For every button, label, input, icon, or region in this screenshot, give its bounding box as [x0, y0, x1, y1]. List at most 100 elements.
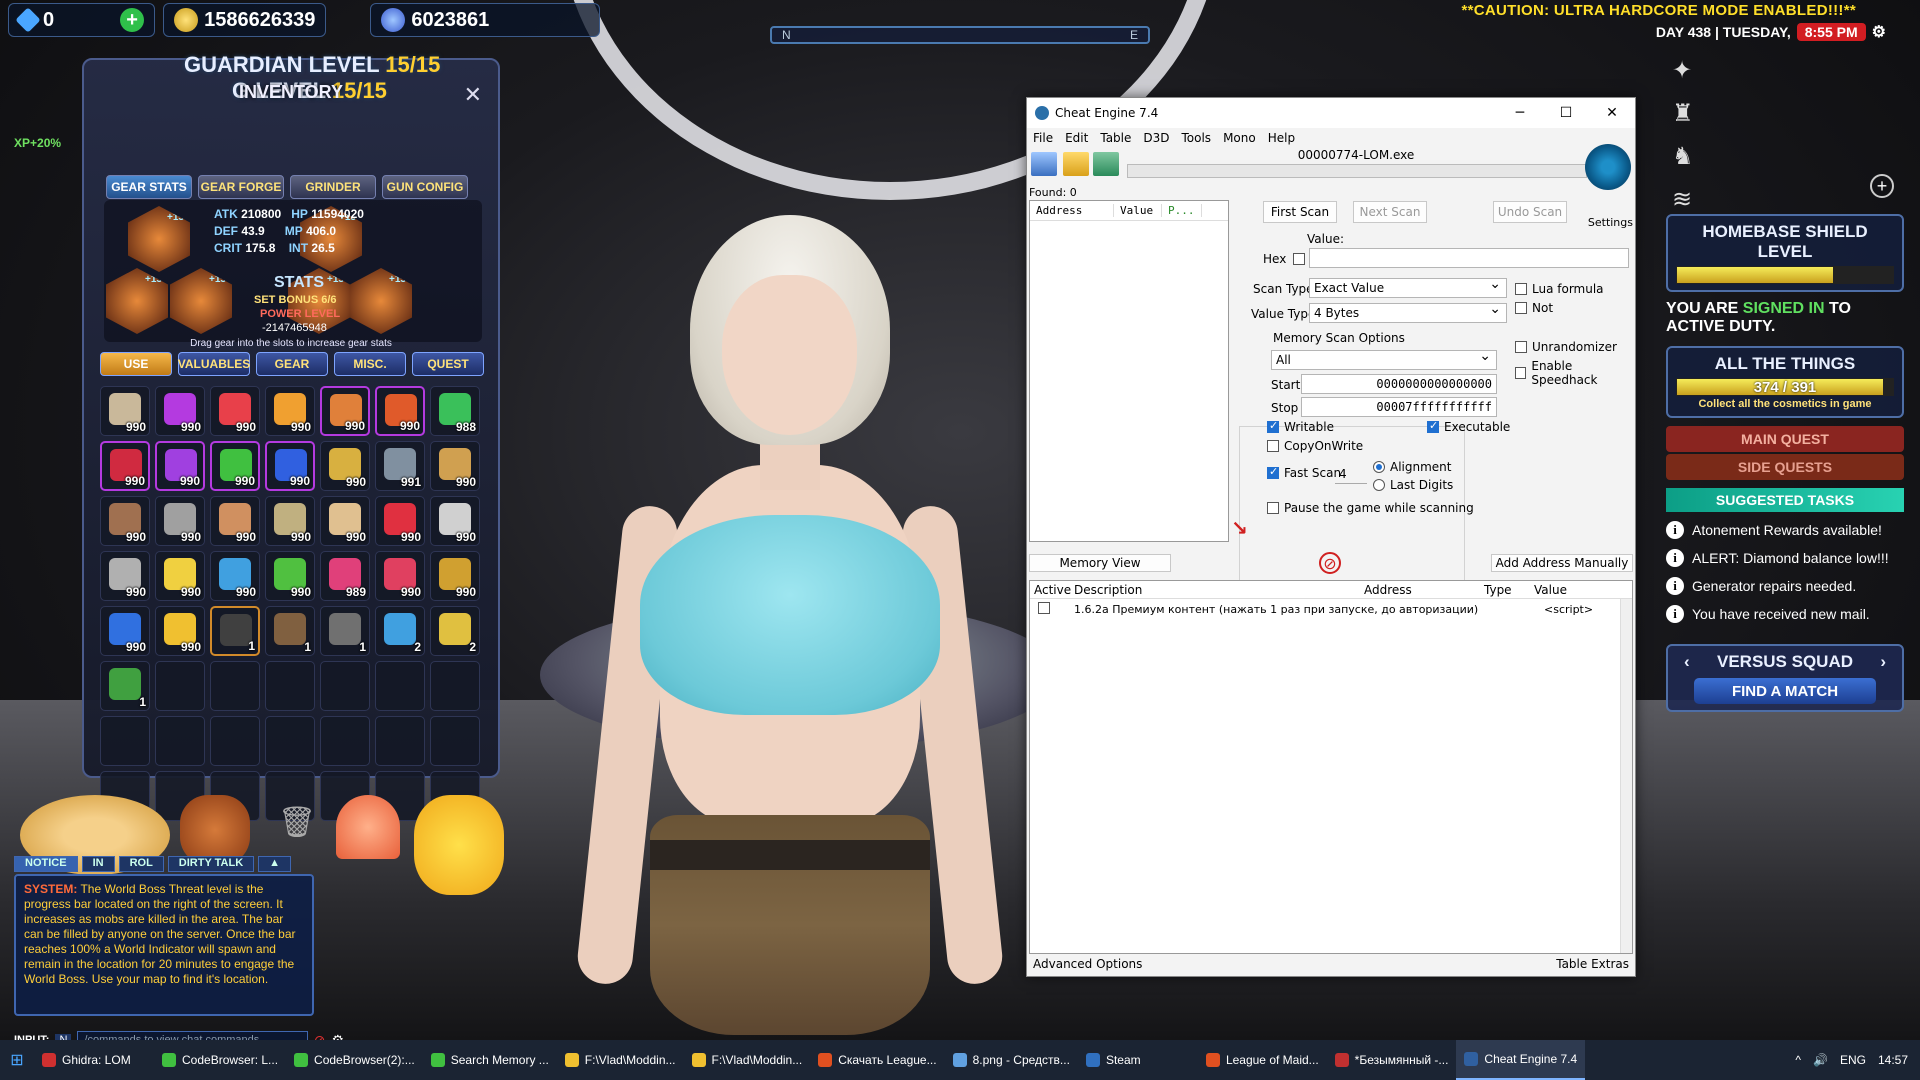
table-col-type[interactable]: Type: [1480, 583, 1530, 597]
writable-checkbox[interactable]: [1267, 419, 1279, 433]
table-col-value[interactable]: Value: [1530, 583, 1620, 597]
inventory-slot[interactable]: 990: [155, 606, 205, 656]
menu-d3d[interactable]: D3D: [1143, 131, 1169, 145]
chat-tab-in[interactable]: IN: [81, 856, 115, 872]
not-option[interactable]: Not: [1515, 301, 1553, 315]
chat-tab-notice[interactable]: NOTICE: [14, 856, 78, 872]
inventory-slot[interactable]: 990: [320, 386, 370, 436]
inventory-slot[interactable]: 990: [375, 386, 425, 436]
minimize-icon[interactable]: ─: [1497, 98, 1543, 128]
ce-title-bar[interactable]: Cheat Engine 7.4 ─ ☐ ✕: [1027, 98, 1635, 128]
windows-start-icon[interactable]: ⊞: [0, 1040, 34, 1080]
empty-inventory-slot[interactable]: [320, 661, 370, 711]
taskbar-item[interactable]: League of Maid...: [1198, 1040, 1327, 1080]
alignment-option[interactable]: Alignment: [1373, 460, 1451, 474]
copy-on-write-checkbox[interactable]: [1267, 440, 1279, 452]
inventory-slot[interactable]: 990: [430, 551, 480, 601]
find-match-button[interactable]: FIND A MATCH: [1694, 678, 1876, 704]
results-col-value[interactable]: Value: [1114, 204, 1162, 217]
undo-scan-button[interactable]: Undo Scan: [1493, 201, 1567, 223]
hex-checkbox[interactable]: [1293, 253, 1305, 265]
dragon-icon[interactable]: ✦: [1672, 56, 1694, 85]
menu-edit[interactable]: Edit: [1065, 131, 1088, 145]
inventory-slot[interactable]: 990: [155, 441, 205, 491]
tab-grinder[interactable]: GRINDER: [290, 175, 376, 199]
not-checkbox[interactable]: [1515, 302, 1527, 314]
empty-inventory-slot[interactable]: [155, 716, 205, 766]
writable-option[interactable]: Writable: [1267, 419, 1334, 434]
fast-scan-checkbox[interactable]: [1267, 465, 1279, 479]
add-circle-icon[interactable]: +: [1870, 174, 1894, 198]
inventory-slot[interactable]: 990: [100, 386, 150, 436]
maximize-icon[interactable]: ☐: [1543, 98, 1589, 128]
speedhack-checkbox[interactable]: [1515, 367, 1527, 379]
gear-slot[interactable]: +15: [350, 268, 412, 334]
taskbar-item[interactable]: Ghidra: LOM: [34, 1040, 154, 1080]
inventory-slot[interactable]: 1: [100, 661, 150, 711]
settings-link[interactable]: Settings: [1588, 216, 1633, 229]
copy-on-write-option[interactable]: CopyOnWrite: [1267, 439, 1363, 453]
fast-scan-option[interactable]: Fast Scan: [1267, 465, 1341, 480]
add-to-list-arrow-icon[interactable]: ↘: [1231, 516, 1255, 540]
tab-gear-stats[interactable]: GEAR STATS: [106, 175, 192, 199]
results-col-p[interactable]: P...: [1162, 204, 1202, 217]
inventory-slot[interactable]: 990: [430, 496, 480, 546]
inventory-slot[interactable]: 991: [375, 441, 425, 491]
taskbar-item[interactable]: CodeBrowser: L...: [154, 1040, 286, 1080]
inventory-slot[interactable]: 990: [265, 496, 315, 546]
inventory-slot[interactable]: 1: [210, 606, 260, 656]
open-process-icon[interactable]: [1031, 152, 1057, 176]
category-tab-misc[interactable]: MISC.: [334, 352, 406, 376]
armor-icon[interactable]: ♜: [1672, 99, 1694, 128]
inventory-slot[interactable]: 990: [320, 496, 370, 546]
inventory-slot[interactable]: 990: [265, 386, 315, 436]
taskbar-item[interactable]: Скачать League...: [810, 1040, 944, 1080]
gear-slot[interactable]: +15: [106, 268, 168, 334]
next-scan-button[interactable]: Next Scan: [1353, 201, 1427, 223]
empty-inventory-slot[interactable]: [155, 661, 205, 711]
table-row[interactable]: 1.6.2a Премиум контент (нажать 1 раз при…: [1030, 599, 1632, 619]
value-input[interactable]: [1309, 248, 1629, 268]
active-checkbox[interactable]: [1038, 601, 1050, 614]
inventory-slot[interactable]: 990: [375, 551, 425, 601]
inventory-slot[interactable]: 990: [210, 441, 260, 491]
scan-type-select[interactable]: Exact Value: [1309, 276, 1507, 298]
inventory-slot[interactable]: 1: [265, 606, 315, 656]
inventory-slot[interactable]: 990: [265, 441, 315, 491]
empty-inventory-slot[interactable]: [375, 716, 425, 766]
chat-tab-rol[interactable]: ROL: [118, 856, 164, 872]
table-extras-link[interactable]: Table Extras: [1556, 957, 1629, 971]
tab-gear-forge[interactable]: GEAR FORGE: [198, 175, 284, 199]
executable-option[interactable]: Executable: [1427, 419, 1510, 434]
cheat-engine-logo-icon[interactable]: [1585, 144, 1631, 190]
fast-scan-value-input[interactable]: 4: [1335, 464, 1367, 484]
menu-table[interactable]: Table: [1100, 131, 1131, 145]
table-col-description[interactable]: Description: [1070, 583, 1360, 597]
category-tab-gear[interactable]: GEAR: [256, 352, 328, 376]
menu-tools[interactable]: Tools: [1182, 131, 1212, 145]
chevron-right-icon[interactable]: ›: [1880, 652, 1886, 672]
alignment-radio[interactable]: [1373, 461, 1385, 473]
region-select[interactable]: All: [1271, 348, 1497, 370]
inventory-slot[interactable]: 990: [100, 441, 150, 491]
inventory-slot[interactable]: 990: [430, 441, 480, 491]
chat-collapse-icon[interactable]: ▲: [258, 856, 292, 872]
menu-mono[interactable]: Mono: [1223, 131, 1256, 145]
gear-slot[interactable]: +15: [128, 206, 190, 272]
menu-help[interactable]: Help: [1268, 131, 1295, 145]
empty-inventory-slot[interactable]: [210, 661, 260, 711]
last-digits-radio[interactable]: [1373, 479, 1385, 491]
taskbar-item[interactable]: *Безымянный -...: [1327, 1040, 1457, 1080]
add-address-manually-button[interactable]: Add Address Manually: [1491, 554, 1633, 572]
speedhack-option[interactable]: Enable Speedhack: [1515, 359, 1635, 387]
unrandomizer-option[interactable]: Unrandomizer: [1515, 340, 1617, 354]
empty-inventory-slot[interactable]: [100, 716, 150, 766]
inventory-slot[interactable]: 990: [155, 496, 205, 546]
chevron-left-icon[interactable]: ‹: [1684, 652, 1690, 672]
inventory-slot[interactable]: 990: [155, 551, 205, 601]
inventory-slot[interactable]: 990: [210, 386, 260, 436]
inventory-slot[interactable]: 2: [375, 606, 425, 656]
lua-formula-checkbox[interactable]: [1515, 283, 1527, 295]
results-list[interactable]: Address Value P...: [1029, 200, 1229, 542]
menu-file[interactable]: File: [1033, 131, 1053, 145]
